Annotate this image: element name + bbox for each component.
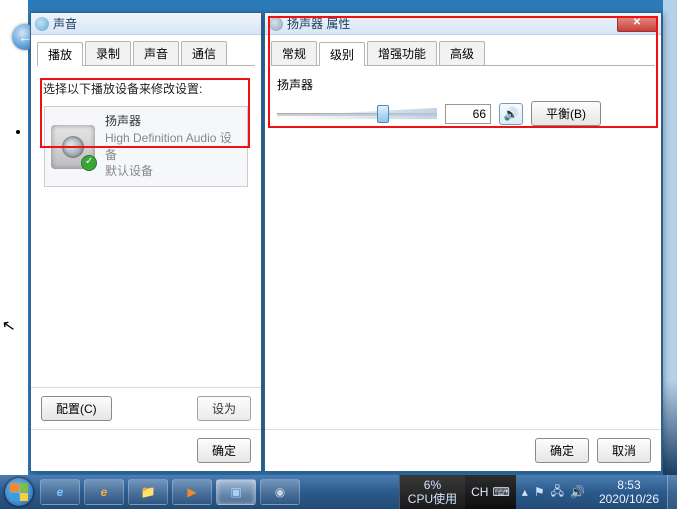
taskbar-sound-window[interactable]: ▣ <box>216 479 256 505</box>
decorative-dot <box>16 130 20 134</box>
speaker-device-icon <box>51 125 95 169</box>
device-list: 扬声器 High Definition Audio 设备 默认设备 <box>43 105 249 188</box>
props-dialog-title: 扬声器 属性 <box>287 15 350 32</box>
clock-time: 8:53 <box>599 478 659 492</box>
sound-dialog-icon <box>35 17 49 31</box>
set-default-button[interactable]: 设为 <box>197 396 251 421</box>
configure-button[interactable]: 配置(C) <box>41 396 112 421</box>
taskbar-volume-mixer-icon[interactable]: ◉ <box>260 479 300 505</box>
tab-playback[interactable]: 播放 <box>37 42 83 66</box>
cpu-gadget[interactable]: 6% CPU使用 <box>399 475 465 509</box>
default-check-icon <box>81 155 97 171</box>
system-tray: 6% CPU使用 CH ⌨ ▴ ⚑ 🖧 🔊 8:53 2020/10/26 <box>399 475 677 509</box>
windows-logo-icon <box>10 483 28 501</box>
tray-network-icon[interactable]: 🖧 <box>551 482 564 503</box>
sound-ok-button[interactable]: 确定 <box>197 438 251 463</box>
keyboard-icon: ⌨ <box>492 485 509 499</box>
tab-communications[interactable]: 通信 <box>181 41 227 65</box>
props-dialog-tabs: 常规 级别 增强功能 高级 <box>271 41 655 66</box>
sound-dialog: 声音 播放 录制 声音 通信 选择以下播放设备来修改设置: 扬声器 High D… <box>30 12 262 472</box>
cpu-label: CPU使用 <box>408 492 457 506</box>
speaker-circle-icon: ◉ <box>275 485 285 499</box>
speaker-properties-dialog: 扬声器 属性 ✕ 常规 级别 增强功能 高级 扬声器 🔊 平衡(B) <box>264 12 662 472</box>
balance-button[interactable]: 平衡(B) <box>531 101 601 126</box>
taskbar-clock[interactable]: 8:53 2020/10/26 <box>591 478 667 507</box>
volume-slider-thumb[interactable] <box>377 105 389 123</box>
tab-levels[interactable]: 级别 <box>319 42 365 66</box>
ie-icon: e <box>57 485 64 499</box>
speaker-sound-icon: 🔊 <box>504 107 519 121</box>
start-button[interactable] <box>0 475 38 509</box>
volume-slider-row: 🔊 平衡(B) <box>277 101 649 126</box>
device-subtitle: High Definition Audio 设备 <box>105 130 241 164</box>
tab-recording[interactable]: 录制 <box>85 41 131 65</box>
lang-text: CH <box>471 485 488 499</box>
device-status: 默认设备 <box>105 163 241 180</box>
props-ok-button[interactable]: 确定 <box>535 438 589 463</box>
taskbar-media-player-icon[interactable]: ▶ <box>172 479 212 505</box>
tab-general[interactable]: 常规 <box>271 41 317 65</box>
tab-enhancements[interactable]: 增强功能 <box>367 41 437 65</box>
right-edge-fade <box>663 0 677 475</box>
instruction-text: 选择以下播放设备来修改设置: <box>43 80 249 97</box>
sound-dialog-tabs: 播放 录制 声音 通信 <box>37 41 255 66</box>
clock-date: 2020/10/26 <box>599 492 659 506</box>
ie-icon: e <box>101 485 108 499</box>
folder-icon: 📁 <box>141 485 156 499</box>
tray-volume-icon[interactable]: 🔊 <box>570 485 585 499</box>
props-dialog-icon <box>269 17 283 31</box>
volume-slider[interactable] <box>277 105 437 123</box>
taskbar-ie-icon[interactable]: e <box>40 479 80 505</box>
cpu-percent: 6% <box>408 478 457 492</box>
tray-flag-icon[interactable]: ⚑ <box>534 485 545 499</box>
window-stack-icon: ▣ <box>230 485 241 499</box>
section-label: 扬声器 <box>277 76 649 93</box>
sound-dialog-title: 声音 <box>53 15 77 32</box>
language-indicator[interactable]: CH ⌨ <box>465 475 516 509</box>
sound-dialog-titlebar[interactable]: 声音 <box>31 13 261 35</box>
tab-sounds[interactable]: 声音 <box>133 41 179 65</box>
tab-advanced[interactable]: 高级 <box>439 41 485 65</box>
mute-button[interactable]: 🔊 <box>499 103 523 125</box>
show-desktop-button[interactable] <box>667 475 677 509</box>
taskbar-explorer-icon[interactable]: 📁 <box>128 479 168 505</box>
media-player-icon: ▶ <box>187 485 196 499</box>
taskbar-ie-icon-2[interactable]: e <box>84 479 124 505</box>
volume-value-input[interactable] <box>445 104 491 124</box>
device-name: 扬声器 <box>105 113 241 130</box>
left-white-strip <box>0 0 28 475</box>
props-dialog-titlebar[interactable]: 扬声器 属性 ✕ <box>265 13 661 35</box>
close-button[interactable]: ✕ <box>617 16 657 32</box>
tray-chevron-up-icon[interactable]: ▴ <box>522 485 528 499</box>
device-item-speakers[interactable]: 扬声器 High Definition Audio 设备 默认设备 <box>44 106 248 187</box>
taskbar: e e 📁 ▶ ▣ ◉ 6% CPU使用 CH ⌨ ▴ ⚑ 🖧 🔊 8:53 2… <box>0 475 677 509</box>
props-cancel-button[interactable]: 取消 <box>597 438 651 463</box>
